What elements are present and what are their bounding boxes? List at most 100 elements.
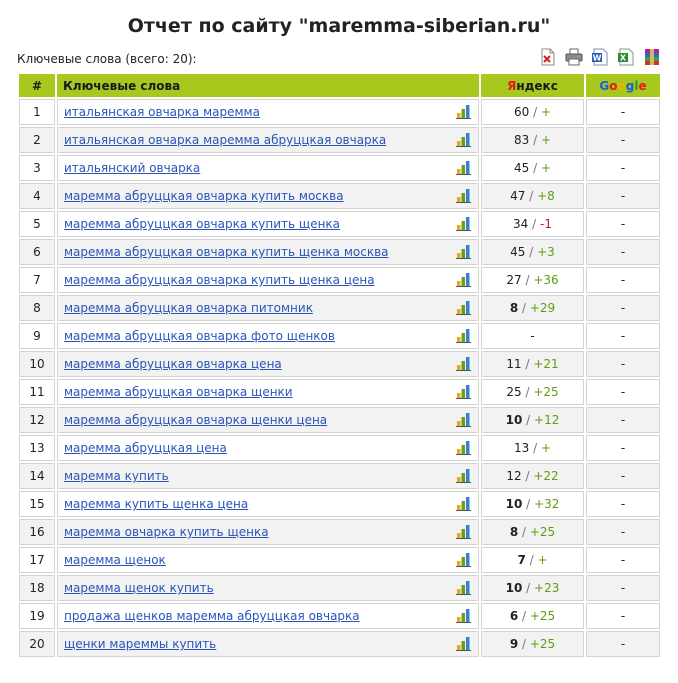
- bar-chart-icon[interactable]: [456, 384, 471, 402]
- keyword-link[interactable]: маремма абруццкая овчарка щенки цена: [64, 413, 327, 427]
- table-row: 5 маремма абруццкая овчарка купить щенка…: [19, 211, 660, 237]
- row-number: 12: [19, 407, 55, 433]
- column-header-yandex: Яндекс: [481, 74, 584, 97]
- keyword-link[interactable]: маремма абруццкая овчарка цена: [64, 357, 282, 371]
- bar-chart-icon[interactable]: [456, 188, 471, 206]
- delete-icon[interactable]: [539, 48, 557, 66]
- table-row: 20 щенки мареммы купить 9 / +25 -: [19, 631, 660, 657]
- position-separator: /: [529, 133, 541, 147]
- row-number: 4: [19, 183, 55, 209]
- bar-chart-icon[interactable]: [456, 412, 471, 430]
- keyword-cell: продажа щенков маремма абруццкая овчарка: [57, 603, 479, 629]
- keyword-link[interactable]: маремма щенок: [64, 553, 166, 567]
- bar-chart-icon[interactable]: [456, 132, 471, 150]
- yandex-logo: Яндекс: [507, 78, 558, 93]
- position-separator: /: [525, 189, 538, 203]
- position-delta: +25: [529, 609, 556, 623]
- bar-chart-icon[interactable]: [456, 160, 471, 178]
- bar-chart-icon[interactable]: [456, 608, 471, 626]
- table-row: 1 итальянская овчарка маремма 60 / + -: [19, 99, 660, 125]
- row-number: 1: [19, 99, 55, 125]
- bar-chart-icon[interactable]: [456, 216, 471, 234]
- keyword-link[interactable]: итальянский овчарка: [64, 161, 200, 175]
- table-row: 15 маремма купить щенка цена 10 / +32 -: [19, 491, 660, 517]
- yandex-position-cell: 11 / +21: [481, 351, 584, 377]
- bar-chart-icon[interactable]: [456, 244, 471, 262]
- google-position-cell: -: [586, 127, 660, 153]
- column-header-keywords: Ключевые слова: [57, 74, 479, 97]
- keyword-link[interactable]: маремма абруццкая цена: [64, 441, 227, 455]
- keyword-cell: маремма абруццкая овчарка купить щенка м…: [57, 239, 479, 265]
- bar-chart-icon[interactable]: [456, 580, 471, 598]
- position-delta: +: [540, 441, 551, 455]
- keyword-link[interactable]: маремма купить: [64, 469, 169, 483]
- keyword-cell: маремма овчарка купить щенка: [57, 519, 479, 545]
- keyword-cell: маремма купить: [57, 463, 479, 489]
- yandex-position-cell: 12 / +22: [481, 463, 584, 489]
- table-header-row: # Ключевые слова Яндекс Google: [19, 74, 660, 97]
- position-delta: +32: [534, 497, 560, 511]
- position-delta: +22: [533, 469, 559, 483]
- keyword-link[interactable]: маремма абруццкая овчарка купить щенка ц…: [64, 273, 375, 287]
- keyword-link[interactable]: маремма абруццкая овчарка купить москва: [64, 189, 344, 203]
- archive-icon[interactable]: [643, 48, 661, 66]
- keyword-link[interactable]: щенки мареммы купить: [64, 637, 216, 651]
- yandex-position: 10: [505, 497, 523, 511]
- bar-chart-icon[interactable]: [456, 524, 471, 542]
- bar-chart-icon[interactable]: [456, 636, 471, 654]
- keyword-link[interactable]: маремма купить щенка цена: [64, 497, 248, 511]
- keyword-link[interactable]: продажа щенков маремма абруццкая овчарка: [64, 609, 360, 623]
- position-separator: /: [529, 441, 541, 455]
- bar-chart-icon[interactable]: [456, 104, 471, 122]
- excel-export-icon[interactable]: X: [617, 48, 635, 66]
- keyword-cell: маремма абруццкая овчарка щенки: [57, 379, 479, 405]
- keyword-link[interactable]: маремма абруццкая овчарка щенки: [64, 385, 293, 399]
- bar-chart-icon[interactable]: [456, 300, 471, 318]
- yandex-position-cell: 9 / +25: [481, 631, 584, 657]
- google-position-cell: -: [586, 435, 660, 461]
- keyword-link[interactable]: маремма абруццкая овчарка питомник: [64, 301, 313, 315]
- position-delta: +36: [533, 273, 559, 287]
- yandex-position: 8: [509, 525, 519, 539]
- keyword-link[interactable]: маремма абруццкая овчарка купить щенка: [64, 217, 340, 231]
- position-delta: +: [540, 133, 551, 147]
- keyword-cell: маремма абруццкая цена: [57, 435, 479, 461]
- yandex-position-cell: 45 / +3: [481, 239, 584, 265]
- column-header-google: Google: [586, 74, 660, 97]
- yandex-position-cell: 8 / +25: [481, 519, 584, 545]
- google-position-cell: -: [586, 239, 660, 265]
- bar-chart-icon[interactable]: [456, 496, 471, 514]
- google-position-cell: -: [586, 295, 660, 321]
- bar-chart-icon[interactable]: [456, 468, 471, 486]
- keyword-cell: маремма абруццкая овчарка цена: [57, 351, 479, 377]
- keyword-link[interactable]: маремма щенок купить: [64, 581, 214, 595]
- keyword-link[interactable]: итальянская овчарка маремма абруццкая ов…: [64, 133, 386, 147]
- bar-chart-icon[interactable]: [456, 328, 471, 346]
- position-separator: /: [518, 301, 530, 315]
- row-number: 14: [19, 463, 55, 489]
- keyword-cell: итальянский овчарка: [57, 155, 479, 181]
- bar-chart-icon[interactable]: [456, 440, 471, 458]
- row-number: 10: [19, 351, 55, 377]
- keyword-link[interactable]: итальянская овчарка маремма: [64, 105, 260, 119]
- row-number: 16: [19, 519, 55, 545]
- report-subheader: Ключевые слова (всего: 20): W X: [17, 48, 661, 70]
- bar-chart-icon[interactable]: [456, 356, 471, 374]
- yandex-position: 25: [506, 385, 522, 399]
- print-icon[interactable]: [565, 48, 583, 66]
- google-position-cell: -: [586, 463, 660, 489]
- keyword-cell: маремма абруццкая овчарка фото щенков: [57, 323, 479, 349]
- bar-chart-icon[interactable]: [456, 272, 471, 290]
- position-separator: /: [518, 637, 530, 651]
- google-logo-letter: o: [609, 78, 618, 93]
- keyword-link[interactable]: маремма абруццкая овчарка купить щенка м…: [64, 245, 389, 259]
- yandex-position-cell: 25 / +25: [481, 379, 584, 405]
- row-number: 3: [19, 155, 55, 181]
- yandex-position-cell: -: [481, 323, 584, 349]
- row-number: 15: [19, 491, 55, 517]
- keyword-link[interactable]: маремма абруццкая овчарка фото щенков: [64, 329, 335, 343]
- keyword-link[interactable]: маремма овчарка купить щенка: [64, 525, 269, 539]
- position-separator: /: [529, 105, 541, 119]
- bar-chart-icon[interactable]: [456, 552, 471, 570]
- word-export-icon[interactable]: W: [591, 48, 609, 66]
